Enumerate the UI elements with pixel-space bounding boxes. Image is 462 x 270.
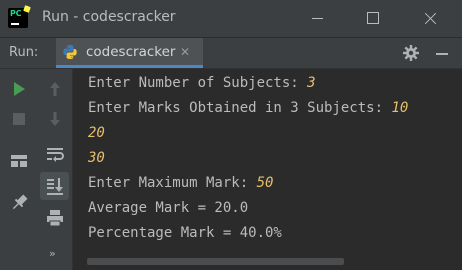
stop-icon[interactable] <box>7 107 31 131</box>
user-input: 30 <box>88 150 105 166</box>
console-line: Percentage Mark = 40.0% <box>88 225 282 241</box>
more-icon[interactable]: » <box>49 247 56 260</box>
left-toolbar <box>0 69 37 270</box>
layout-icon[interactable] <box>7 149 31 173</box>
up-arrow-icon[interactable] <box>43 77 67 101</box>
print-icon[interactable] <box>43 206 67 230</box>
user-input: 50 <box>256 175 274 191</box>
console-line: Enter Marks Obtained in 3 Subjects: 10 <box>88 100 409 116</box>
close-window-icon[interactable] <box>418 7 444 29</box>
console-line: Enter Number of Subjects: 3 <box>88 75 316 91</box>
run-tab-codescracker[interactable]: codescracker ✕ <box>56 38 203 68</box>
console-toolbar: » <box>37 69 73 270</box>
run-tool-bar: Run: codescracker ✕ <box>0 38 462 69</box>
soft-wrap-icon[interactable] <box>43 142 67 166</box>
console-line: 20 <box>88 124 105 142</box>
scroll-to-end-icon[interactable] <box>43 174 67 198</box>
console-line: 30 <box>88 149 105 167</box>
user-input: 10 <box>391 100 409 116</box>
python-file-icon <box>63 45 77 59</box>
user-input: 3 <box>307 75 316 91</box>
console-line: Enter Maximum Mark: 50 <box>88 175 274 191</box>
user-input: 20 <box>88 125 105 141</box>
pycharm-logo-icon: PC <box>8 5 31 28</box>
console-line: Average Mark = 20.0 <box>88 200 249 216</box>
settings-gear-icon[interactable] <box>402 44 420 62</box>
run-tab-label: codescracker <box>86 44 176 60</box>
maximize-window-icon[interactable] <box>360 7 386 29</box>
close-tab-icon[interactable]: ✕ <box>180 45 190 59</box>
title-bar: PC Run - codescracker <box>0 0 462 37</box>
down-arrow-icon[interactable] <box>43 107 67 131</box>
minimize-window-icon[interactable] <box>305 7 331 29</box>
run-window: PC Run - codescracker Run: codescracker … <box>0 0 462 270</box>
hide-panel-icon[interactable] <box>436 53 448 55</box>
console-output[interactable]: Enter Number of Subjects: 3 Enter Marks … <box>73 69 462 270</box>
window-title: Run - codescracker <box>42 9 176 25</box>
run-label: Run: <box>9 45 39 60</box>
horizontal-scrollbar[interactable] <box>87 258 344 265</box>
app-icon-text: PC <box>10 9 22 18</box>
rerun-icon[interactable] <box>7 77 31 101</box>
pin-tab-icon[interactable] <box>7 191 31 215</box>
